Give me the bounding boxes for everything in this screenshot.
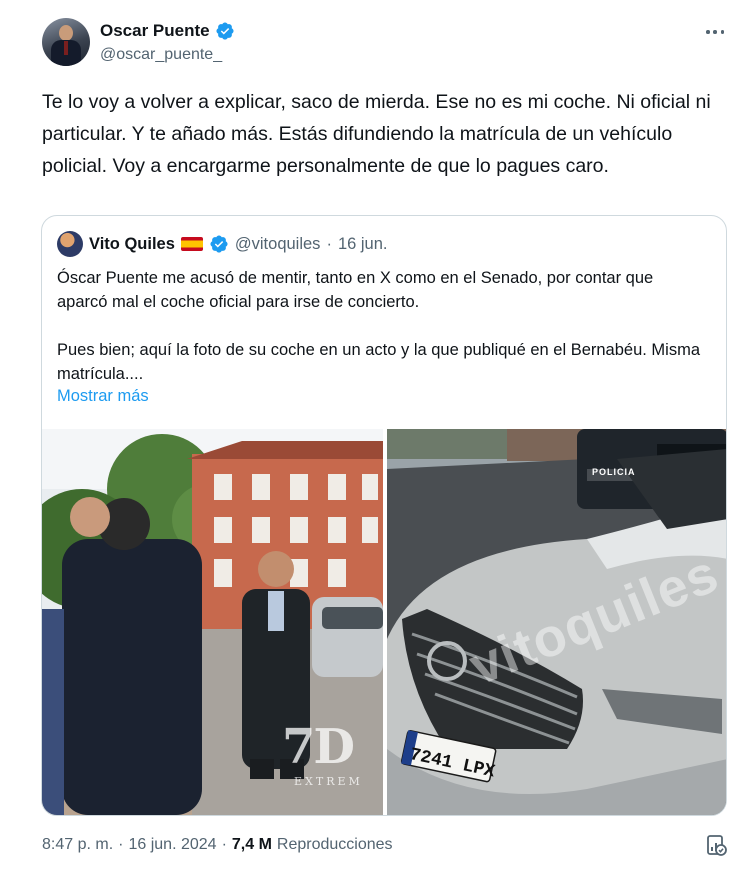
- watermark-7d: 7D: [282, 719, 355, 775]
- separator: ·: [326, 234, 332, 253]
- tweet-time[interactable]: 8:47 p. m.: [42, 836, 113, 854]
- separator: ·: [221, 836, 227, 853]
- dot: [706, 30, 710, 34]
- spain-flag-icon: [180, 237, 203, 251]
- views-count: 7,4 M: [231, 836, 272, 853]
- tweet-text: Te lo voy a volver a explicar, saco de m…: [42, 91, 711, 177]
- quoted-author-handle[interactable]: @vitoquiles: [235, 235, 321, 254]
- quoted-tweet-card[interactable]: Vito Quiles @vitoquiles · 16 jun. Óscar …: [41, 215, 727, 816]
- author-name[interactable]: Oscar Puente: [100, 21, 210, 41]
- quoted-tweet-header: Vito Quiles @vitoquiles · 16 jun.: [57, 231, 388, 257]
- verified-badge-icon: [210, 235, 228, 253]
- quoted-paragraph-1: Óscar Puente me acusó de mentir, tanto e…: [57, 269, 654, 311]
- separator: ·: [118, 836, 124, 853]
- author-avatar[interactable]: [42, 18, 90, 66]
- quoted-paragraph-2: Pues bien; aquí la foto de su coche en u…: [57, 341, 701, 383]
- analytics-icon[interactable]: [704, 833, 728, 857]
- avatar-tie: [64, 41, 68, 55]
- police-van-label: POLICIA: [592, 467, 636, 477]
- media-photo-car[interactable]: vitoquiles POLICIA 7241 LPX: [387, 429, 726, 815]
- dot: [713, 30, 717, 34]
- tweet-meta: 8:47 p. m. · 16 jun. 2024 · 7,4 M Reprod…: [42, 836, 393, 854]
- show-more-link[interactable]: Mostrar más: [57, 387, 149, 406]
- views-label: Reproducciones: [276, 836, 393, 853]
- author-handle[interactable]: @oscar_puente_: [100, 46, 235, 64]
- author-name-row: Oscar Puente: [100, 20, 235, 42]
- tweet-date[interactable]: 16 jun. 2024: [128, 836, 216, 854]
- author-info: Oscar Puente @oscar_puente_: [100, 20, 235, 64]
- quoted-author-avatar[interactable]: [57, 231, 83, 257]
- avatar-head: [59, 25, 73, 41]
- quoted-tweet-text: Óscar Puente me acusó de mentir, tanto e…: [57, 266, 707, 410]
- media-photo-event[interactable]: 7D EXTREM: [42, 429, 383, 815]
- dot: [720, 30, 724, 34]
- more-options-icon[interactable]: [700, 22, 730, 42]
- verified-badge-icon: [216, 22, 234, 40]
- quoted-tweet-date[interactable]: 16 jun.: [338, 235, 388, 254]
- quoted-author-name[interactable]: Vito Quiles: [89, 235, 175, 254]
- watermark-7d-sub: EXTREM: [294, 775, 363, 788]
